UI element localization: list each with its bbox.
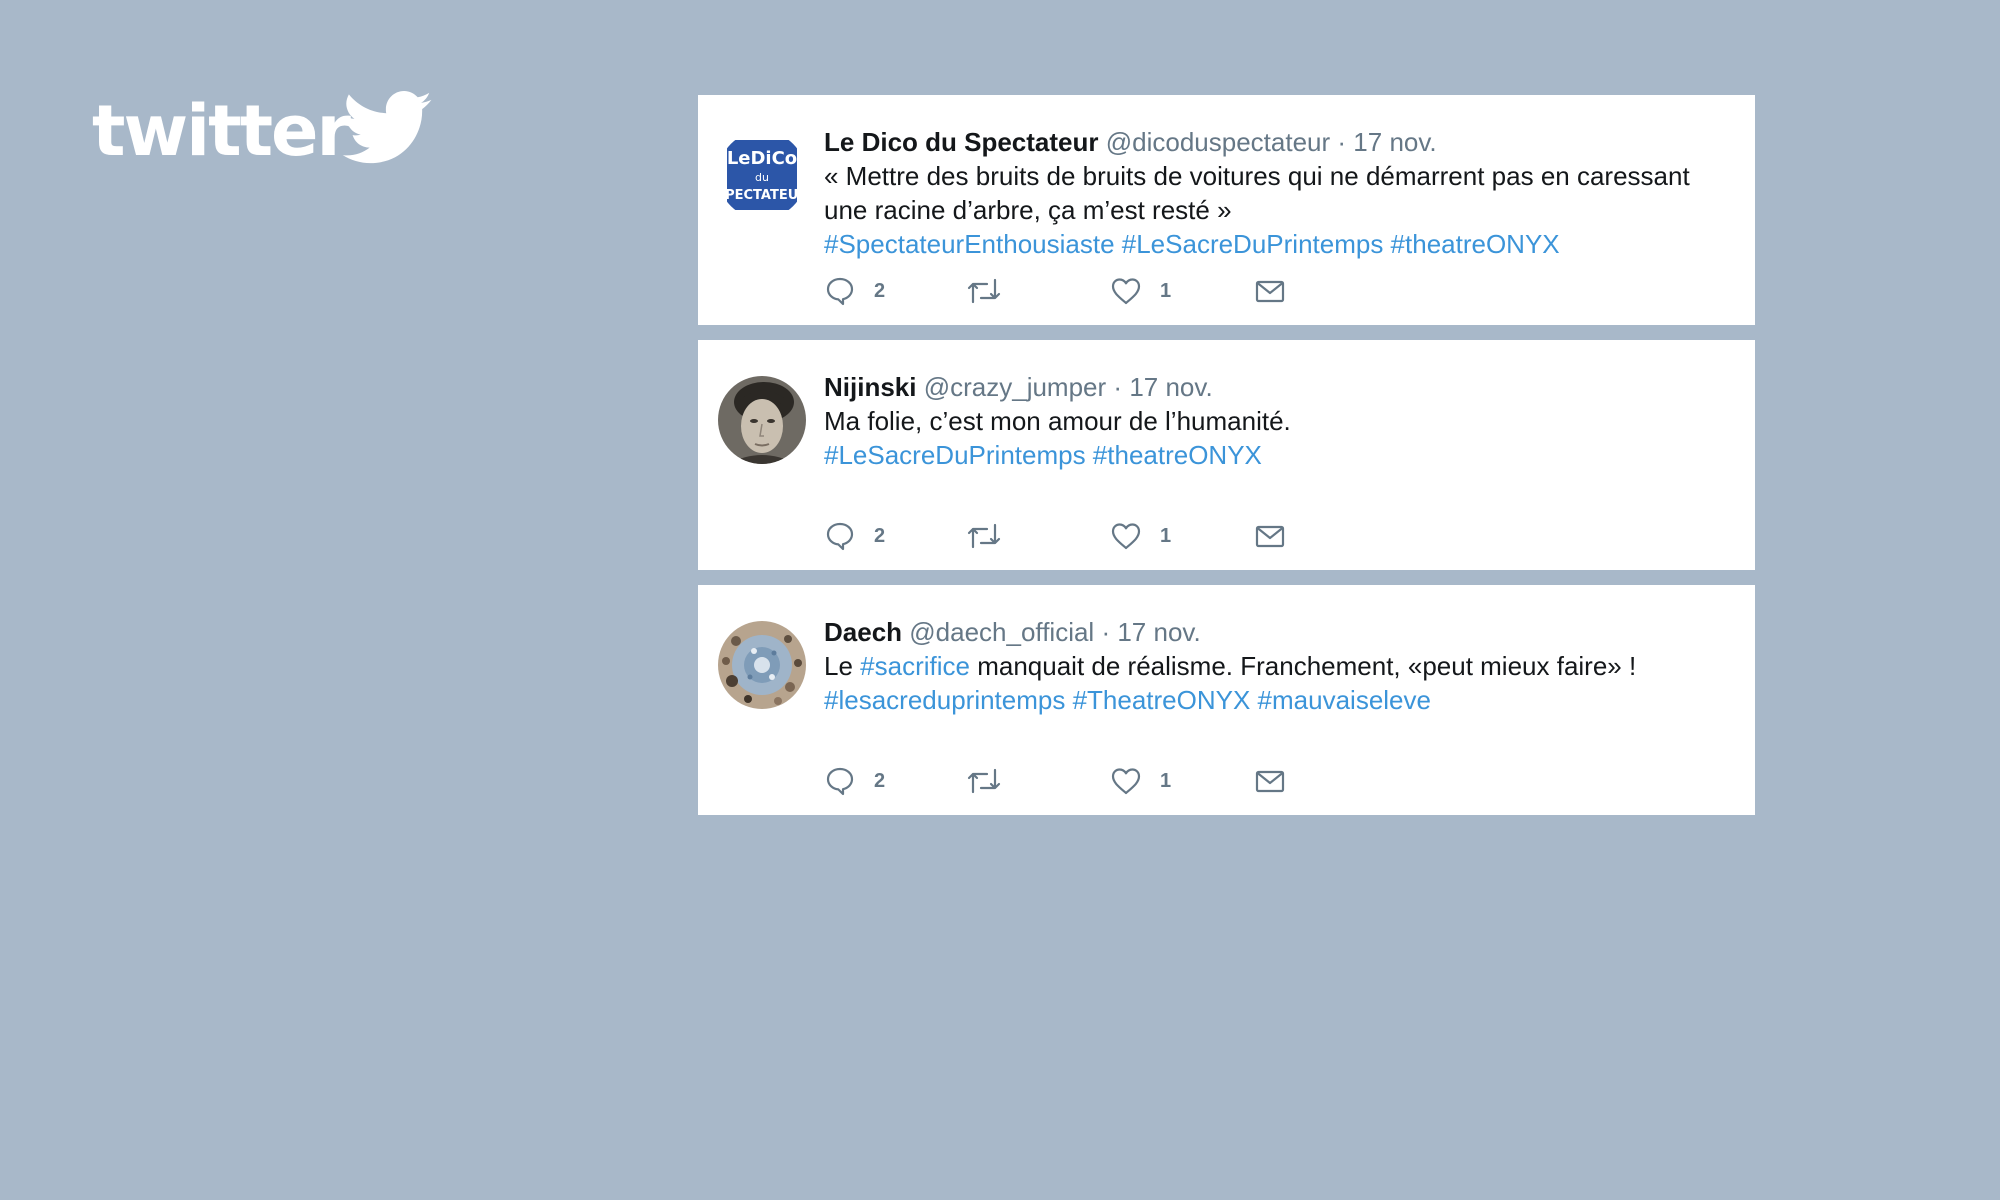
tweet-text-before: Le xyxy=(824,651,861,681)
heart-icon xyxy=(1111,523,1141,550)
direct-message-button[interactable] xyxy=(1254,516,1286,556)
separator-dot: · xyxy=(1113,372,1123,402)
tweet-card[interactable]: LeDiCo du SPECTATEUR Le Dico du Spectate… xyxy=(698,95,1755,325)
like-count: 1 xyxy=(1160,524,1172,547)
author-name[interactable]: Nijinski xyxy=(824,372,916,402)
reply-button[interactable]: 2 xyxy=(824,271,885,311)
svg-text:SPECTATEUR: SPECTATEUR xyxy=(718,188,806,203)
retweet-button[interactable] xyxy=(966,516,1002,556)
tweet-hashtags[interactable]: #SpectateurEnthousiaste #LeSacreDuPrinte… xyxy=(824,227,1715,261)
tweet-card[interactable]: Daech @daech_official · 17 nov. Le #sacr… xyxy=(698,585,1755,815)
like-count: 1 xyxy=(1160,279,1172,302)
tweet-content: Nijinski @crazy_jumper · 17 nov. Ma foli… xyxy=(824,370,1715,472)
reply-count: 2 xyxy=(874,279,886,302)
reply-count: 2 xyxy=(874,769,886,792)
tweet-content: Le Dico du Spectateur @dicoduspectateur … xyxy=(824,125,1715,261)
reply-icon xyxy=(826,767,854,796)
envelope-icon xyxy=(1255,770,1285,793)
envelope-icon xyxy=(1255,525,1285,548)
retweet-button[interactable] xyxy=(966,271,1002,311)
envelope-icon xyxy=(1255,280,1285,303)
tweet-text-after: manquait de réalisme. Franchement, «peut… xyxy=(969,651,1637,681)
separator-dot: · xyxy=(1337,127,1347,157)
tweet-text-line: une racine d’arbre, ça m’est resté » xyxy=(824,195,1232,225)
author-name[interactable]: Le Dico du Spectateur xyxy=(824,127,1099,157)
twitter-wordmark: twitter xyxy=(92,90,351,172)
reply-count: 2 xyxy=(874,524,886,547)
twitter-logo[interactable]: twitter xyxy=(92,86,452,176)
author-handle[interactable]: @crazy_jumper xyxy=(924,372,1106,402)
retweet-button[interactable] xyxy=(966,761,1002,801)
retweet-icon xyxy=(967,278,1001,304)
separator-dot: · xyxy=(1101,617,1111,647)
dico-logo-avatar[interactable]: LeDiCo du SPECTATEUR xyxy=(718,131,806,219)
author-handle[interactable]: @dicoduspectateur xyxy=(1106,127,1330,157)
mosaic-avatar[interactable] xyxy=(718,621,806,709)
reply-icon xyxy=(826,277,854,306)
inline-hashtag[interactable]: #sacrifice xyxy=(860,651,970,681)
tweet-text-line: « Mettre des bruits de bruits de voiture… xyxy=(824,161,1690,191)
tweet-date[interactable]: 17 nov. xyxy=(1129,372,1212,402)
svg-text:du: du xyxy=(755,171,769,184)
tweet-card[interactable]: Nijinski @crazy_jumper · 17 nov. Ma foli… xyxy=(698,340,1755,570)
retweet-icon xyxy=(967,768,1001,794)
tweet-hashtags[interactable]: #lesacreduprintemps #TheatreONYX #mauvai… xyxy=(824,683,1715,717)
like-button[interactable]: 1 xyxy=(1110,761,1171,801)
direct-message-button[interactable] xyxy=(1254,271,1286,311)
tweet-date[interactable]: 17 nov. xyxy=(1353,127,1436,157)
heart-icon xyxy=(1111,278,1141,305)
heart-icon xyxy=(1111,768,1141,795)
tweet-date[interactable]: 17 nov. xyxy=(1117,617,1200,647)
svg-text:LeDiCo: LeDiCo xyxy=(727,148,797,169)
direct-message-button[interactable] xyxy=(1254,761,1286,801)
reply-icon xyxy=(826,522,854,551)
tweet-header: Le Dico du Spectateur @dicoduspectateur … xyxy=(824,125,1715,159)
tweet-text-line: Le #sacrifice manquait de réalisme. Fran… xyxy=(824,649,1715,683)
like-count: 1 xyxy=(1160,769,1172,792)
tweet-header: Daech @daech_official · 17 nov. xyxy=(824,615,1715,649)
tweet-text-line: Ma folie, c’est mon amour de l’humanité. xyxy=(824,406,1291,436)
tweet-feed: LeDiCo du SPECTATEUR Le Dico du Spectate… xyxy=(698,95,1755,830)
tweet-content: Daech @daech_official · 17 nov. Le #sacr… xyxy=(824,615,1715,717)
author-name[interactable]: Daech xyxy=(824,617,902,647)
author-handle[interactable]: @daech_official xyxy=(909,617,1094,647)
retweet-icon xyxy=(967,523,1001,549)
tweet-header: Nijinski @crazy_jumper · 17 nov. xyxy=(824,370,1715,404)
reply-button[interactable]: 2 xyxy=(824,761,885,801)
bird-icon xyxy=(342,91,432,164)
like-button[interactable]: 1 xyxy=(1110,271,1171,311)
reply-button[interactable]: 2 xyxy=(824,516,885,556)
tweet-hashtags[interactable]: #LeSacreDuPrintemps #theatreONYX xyxy=(824,438,1715,472)
like-button[interactable]: 1 xyxy=(1110,516,1171,556)
portrait-avatar[interactable] xyxy=(718,376,806,464)
